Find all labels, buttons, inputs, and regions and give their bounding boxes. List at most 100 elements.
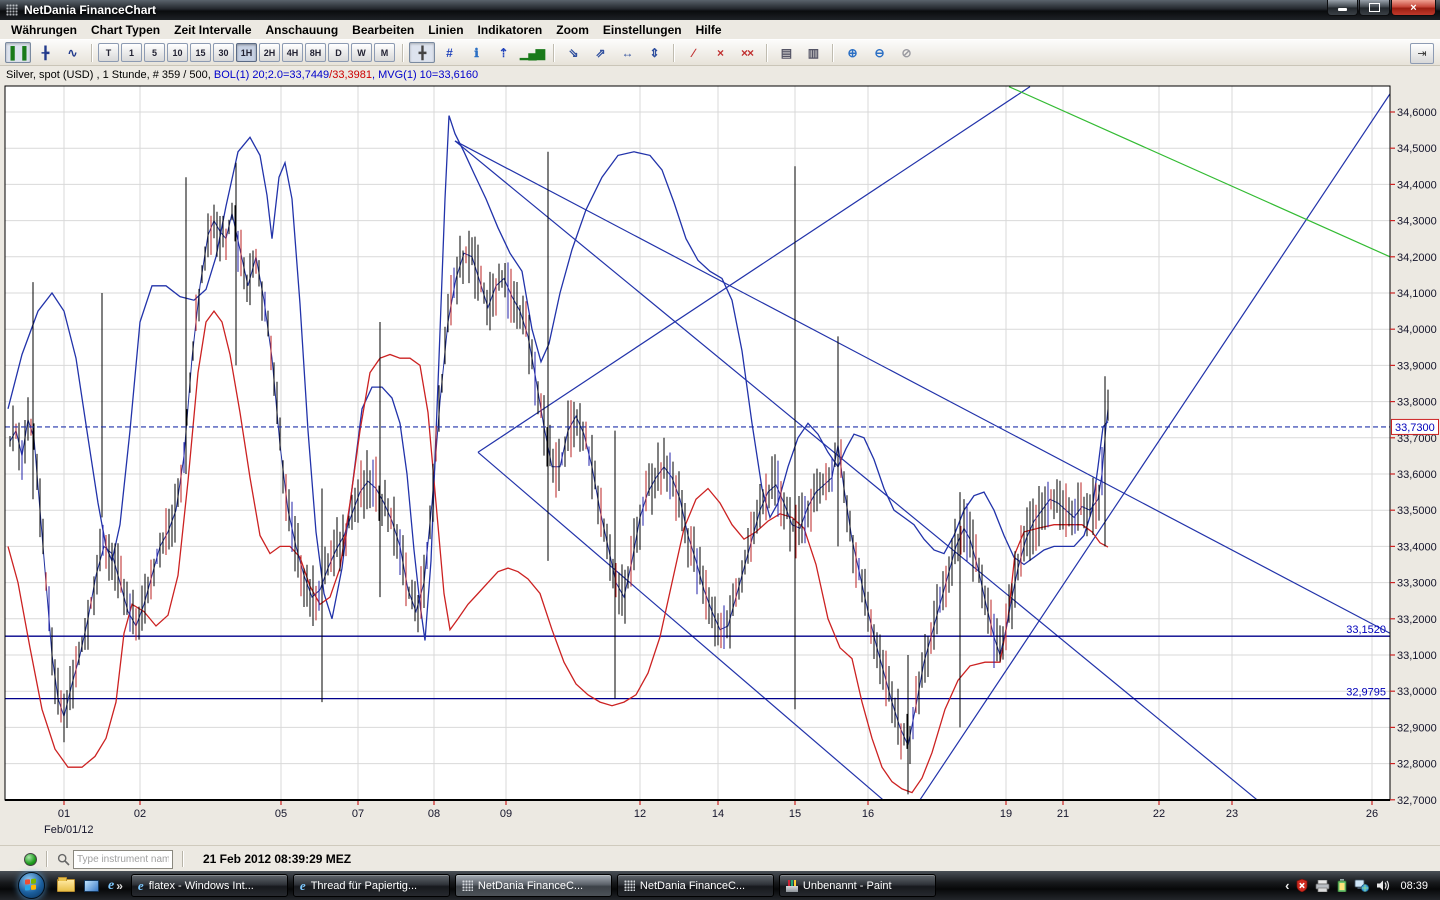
delete-all-lines-button[interactable]: ×× (734, 42, 760, 63)
close-button[interactable]: × (1391, 0, 1436, 16)
menu-item-anschauung[interactable]: Anschauung (259, 21, 346, 39)
interval-button-15[interactable]: 15 (190, 43, 211, 62)
network-icon[interactable] (1354, 879, 1369, 892)
interval-button-1h[interactable]: 1H (236, 43, 257, 62)
zoom-out-button[interactable]: ⊖ (866, 42, 892, 63)
divider (91, 44, 93, 62)
delete-all-lines-icon: ×× (741, 46, 753, 60)
trendline-button[interactable]: ⇘ (560, 42, 586, 63)
folder-icon[interactable] (57, 879, 75, 892)
interval-button-m[interactable]: M (374, 43, 395, 62)
svg-text:15: 15 (789, 808, 801, 820)
erase-line-icon: ∕ (692, 46, 693, 60)
interval-button-t[interactable]: T (98, 43, 119, 62)
taskbar-button-1[interactable]: e Thread für Papiertig... (293, 874, 450, 897)
taskbar-button-label: Thread für Papiertig... (311, 880, 417, 892)
menu-item-zoom[interactable]: Zoom (549, 21, 596, 39)
windows-flag-icon (25, 878, 37, 891)
price-marker-icon: ⇡ (498, 46, 507, 60)
trend-channel-button[interactable]: ↔ (614, 42, 640, 63)
battery-icon[interactable] (1337, 879, 1347, 892)
volume-button[interactable]: ▁▄▆ (517, 42, 547, 63)
interval-button-30[interactable]: 30 (213, 43, 234, 62)
erase-line-button[interactable]: ∕ (680, 42, 706, 63)
menu-item-chart-typen[interactable]: Chart Typen (84, 21, 167, 39)
interval-button-1[interactable]: 1 (121, 43, 142, 62)
start-button[interactable] (18, 872, 45, 899)
svg-text:34,5000: 34,5000 (1397, 143, 1437, 155)
taskbar-button-label: flatex - Windows Int... (149, 880, 254, 892)
dock-pin-button[interactable]: ⇥ (1410, 43, 1434, 64)
fibonacci-button[interactable]: ⇕ (641, 42, 667, 63)
menu-item-w-hrungen[interactable]: Währungen (4, 21, 84, 39)
trendline-up-button[interactable]: ⇗ (587, 42, 613, 63)
svg-text:02: 02 (134, 808, 146, 820)
interval-button-8h[interactable]: 8H (305, 43, 326, 62)
maximize-button[interactable] (1359, 0, 1390, 16)
menu-item-linien[interactable]: Linien (421, 21, 470, 39)
menu-item-indikatoren[interactable]: Indikatoren (471, 21, 550, 39)
interval-button-4h[interactable]: 4H (282, 43, 303, 62)
bollinger-label: BOL(1) 20;2.0=33,7449 (214, 69, 329, 81)
chart-canvas[interactable]: 34,600034,500034,400034,300034,200034,10… (0, 81, 1440, 845)
grid-icon: # (446, 46, 452, 60)
app-icon (6, 4, 18, 16)
ohlc-chart-button[interactable]: ╊ (32, 42, 58, 63)
taskbar: e » e flatex - Windows Int... e Thread für … (0, 871, 1440, 900)
search-icon (57, 853, 70, 866)
zoom-in-button[interactable]: ⊕ (839, 42, 865, 63)
connection-status-icon (24, 853, 37, 866)
volume-icon: ▁▄▆ (520, 46, 544, 60)
show-desktop-icon[interactable] (84, 880, 99, 892)
trend-channel-icon: ↔ (621, 46, 632, 60)
menu-item-hilfe[interactable]: Hilfe (689, 21, 729, 39)
interval-button-w[interactable]: W (351, 43, 372, 62)
taskbar-button-4[interactable]: Unbenannt - Paint (779, 874, 936, 897)
print-button[interactable]: ▤ (773, 42, 799, 63)
svg-text:12: 12 (634, 808, 646, 820)
titlebar[interactable]: NetDania FinanceChart × (0, 0, 1440, 20)
ie-icon: e (138, 878, 144, 894)
status-bar: 21 Feb 2012 08:39:29 MEZ (0, 845, 1440, 872)
menu-item-einstellungen[interactable]: Einstellungen (596, 21, 689, 39)
taskbar-button-0[interactable]: e flatex - Windows Int... (131, 874, 288, 897)
taskbar-button-2[interactable]: NetDania FinanceC... (455, 874, 612, 897)
taskbar-button-3[interactable]: NetDania FinanceC... (617, 874, 774, 897)
security-shield-icon[interactable] (1296, 879, 1308, 892)
system-tray: ‹ 08:39 (1285, 878, 1440, 893)
svg-text:33,1000: 33,1000 (1397, 650, 1437, 662)
print-preview-button[interactable]: ▥ (800, 42, 826, 63)
printer-icon[interactable] (1315, 880, 1330, 892)
minimize-button[interactable] (1327, 0, 1358, 16)
interval-button-10[interactable]: 10 (167, 43, 188, 62)
interval-button-2h[interactable]: 2H (259, 43, 280, 62)
toolbar-overflow-chevron[interactable]: » (116, 879, 123, 893)
minimize-icon (1338, 8, 1347, 11)
tray-clock: 08:39 (1400, 880, 1428, 892)
ie-icon: e (300, 878, 306, 894)
trendline-icon: ⇘ (568, 46, 577, 60)
menu-item-zeit-intervalle[interactable]: Zeit Intervalle (167, 21, 258, 39)
instrument-search-input[interactable] (73, 850, 173, 869)
info-button[interactable]: ℹ (463, 42, 489, 63)
quick-launch: e » (57, 879, 131, 893)
internet-explorer-icon[interactable]: e (108, 880, 114, 892)
interval-button-d[interactable]: D (328, 43, 349, 62)
zoom-reset-button[interactable]: ⊘ (893, 42, 919, 63)
volume-icon[interactable] (1376, 879, 1390, 892)
crosshair-button[interactable]: ╋ (409, 42, 435, 63)
divider (832, 44, 834, 62)
paint-icon (786, 880, 798, 892)
interval-button-5[interactable]: 5 (144, 43, 165, 62)
x-axis: 010205070809121415161921222326Feb/01/12 (44, 801, 1378, 836)
candlestick-chart-button[interactable]: ▌▐ (5, 42, 31, 63)
grid-button[interactable]: # (436, 42, 462, 63)
current-price-label: 33,7300 (1395, 422, 1435, 434)
tray-expand-chevron[interactable]: ‹ (1285, 878, 1289, 893)
price-marker-button[interactable]: ⇡ (490, 42, 516, 63)
svg-text:34,6000: 34,6000 (1397, 107, 1437, 119)
delete-line-button[interactable]: × (707, 42, 733, 63)
line-chart-button[interactable]: ∿ (59, 42, 85, 63)
info-icon: ℹ (474, 46, 478, 60)
menu-item-bearbeiten[interactable]: Bearbeiten (345, 21, 421, 39)
